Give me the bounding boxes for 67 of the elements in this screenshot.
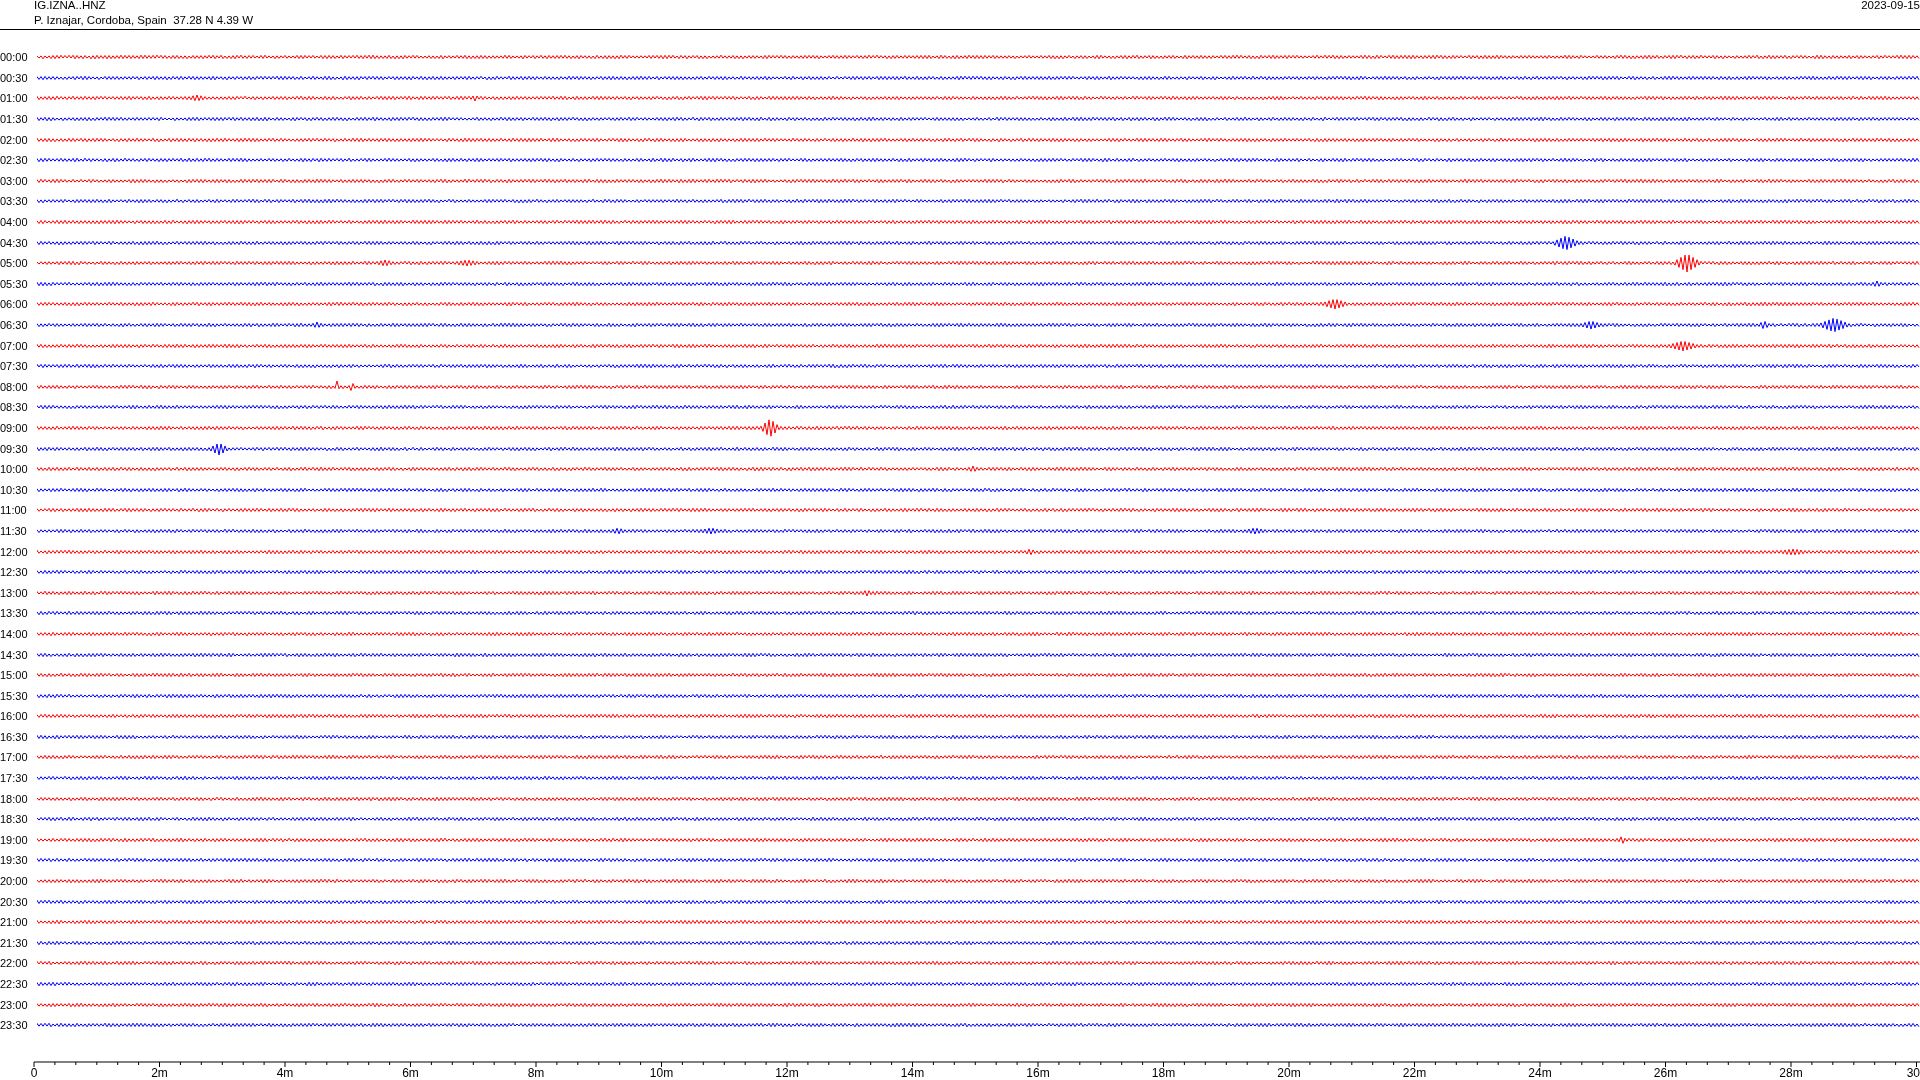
- time-label: 01:00: [0, 92, 29, 105]
- time-label: 08:00: [0, 380, 29, 393]
- time-label: 02:30: [0, 154, 29, 167]
- time-label: 22:30: [0, 978, 29, 990]
- time-label: 12:00: [0, 545, 29, 558]
- time-label: 03:00: [0, 174, 29, 187]
- time-label: 17:30: [0, 772, 29, 785]
- time-label: 04:30: [0, 236, 29, 249]
- time-label: 10:30: [0, 483, 29, 496]
- time-label: 23:00: [0, 998, 29, 1011]
- time-label: 21:30: [0, 936, 29, 949]
- tick-label: 28m: [1779, 1065, 1803, 1080]
- time-label: 01:30: [0, 113, 29, 126]
- time-label: 00:30: [0, 71, 29, 84]
- time-label: 06:00: [0, 298, 29, 311]
- time-label: 22:00: [0, 957, 29, 970]
- time-label: 16:30: [0, 730, 29, 743]
- date-label: 2023-09-15: [1861, 0, 1920, 11]
- tick-label: 30: [1906, 1065, 1920, 1080]
- tick-label: 24m: [1528, 1065, 1552, 1080]
- time-label: 21:00: [0, 916, 29, 929]
- time-label: 14:30: [0, 648, 29, 661]
- time-label: 11:30: [0, 524, 28, 537]
- time-label: 07:30: [0, 360, 29, 373]
- tick-label: 22m: [1402, 1065, 1427, 1080]
- time-label: 19:00: [0, 833, 29, 846]
- time-label: 10:00: [0, 463, 29, 476]
- station-code: IG.IZNA..HNZ: [34, 0, 107, 11]
- tick-label: 4m: [276, 1065, 294, 1080]
- tick-label: 16m: [1026, 1065, 1050, 1080]
- time-label: 05:30: [0, 277, 29, 290]
- time-label: 02:00: [0, 133, 29, 146]
- time-label: 18:30: [0, 813, 29, 826]
- tick-label: 14m: [900, 1065, 925, 1080]
- time-label: 09:30: [0, 442, 29, 455]
- tick-label: 26m: [1653, 1065, 1678, 1080]
- tick-label: 0: [30, 1065, 38, 1080]
- time-label: 13:30: [0, 607, 29, 620]
- time-label: 08:30: [0, 401, 29, 414]
- tick-label: 20m: [1277, 1065, 1301, 1080]
- tick-label: 10m: [649, 1065, 674, 1080]
- time-label: 12:30: [0, 566, 29, 579]
- time-label: 03:30: [0, 195, 29, 208]
- tick-label: 2m: [151, 1065, 168, 1080]
- time-label: 19:30: [0, 854, 29, 867]
- time-label: 13:00: [0, 586, 29, 599]
- time-label: 05:00: [0, 257, 29, 270]
- time-label: 09:00: [0, 422, 29, 434]
- time-label: 00:00: [0, 51, 29, 64]
- time-label: 23:30: [0, 1019, 29, 1032]
- time-label: 04:00: [0, 216, 29, 229]
- time-label: 16:00: [0, 710, 29, 723]
- tick-label: 6m: [402, 1065, 419, 1080]
- time-label: 14:00: [0, 627, 29, 640]
- time-label: 20:00: [0, 875, 29, 888]
- station-location: P. Iznajar, Cordoba, Spain 37.28 N 4.39 W: [34, 14, 254, 26]
- time-label: 20:30: [0, 895, 29, 908]
- time-label: 17:00: [0, 751, 29, 764]
- tick-label: 18m: [1151, 1065, 1176, 1080]
- time-label: 06:30: [0, 319, 29, 331]
- time-label: 11:00: [0, 504, 28, 517]
- time-label: 07:00: [0, 339, 29, 352]
- time-label: 15:30: [0, 689, 29, 702]
- tick-label: 12m: [775, 1065, 799, 1080]
- time-label: 18:00: [0, 792, 29, 805]
- time-label: 15:00: [0, 669, 29, 682]
- tick-label: 8m: [527, 1065, 545, 1080]
